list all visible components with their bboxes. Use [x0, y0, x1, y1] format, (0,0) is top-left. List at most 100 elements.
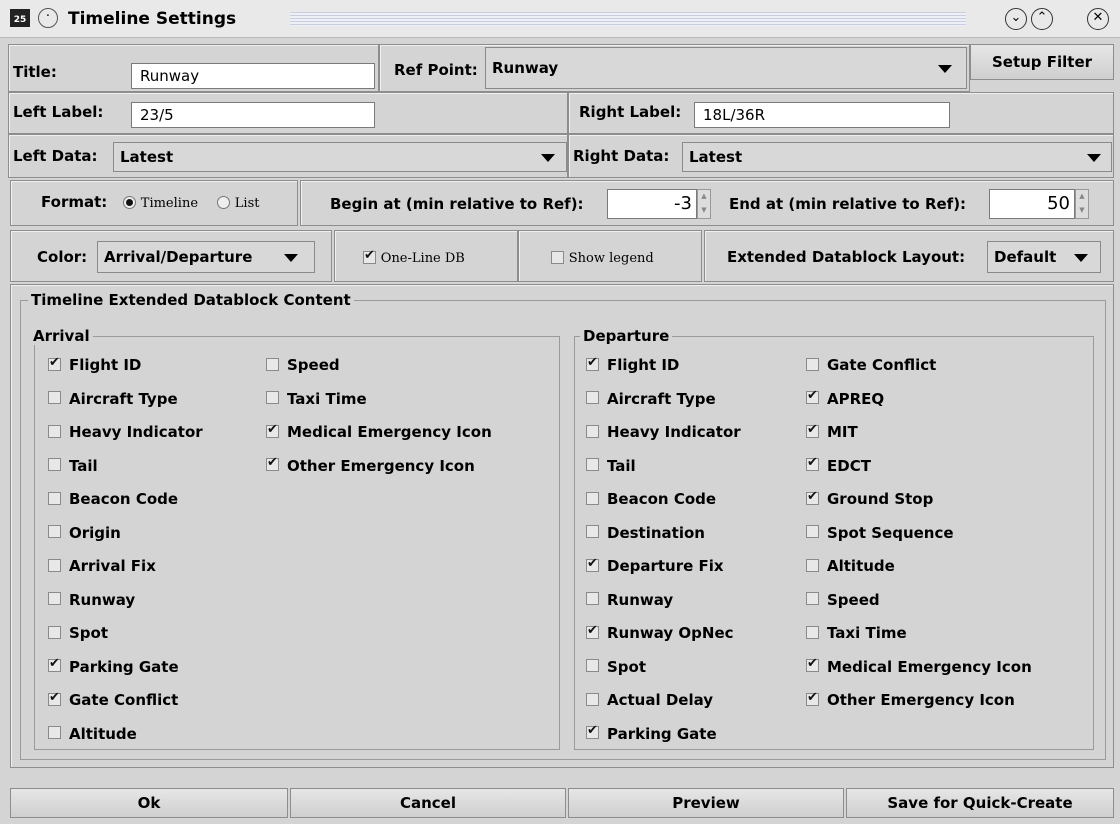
end-spinner[interactable]: 50: [989, 189, 1075, 219]
preview-button[interactable]: Preview: [568, 788, 844, 818]
checkbox-label: Actual Delay: [607, 691, 714, 709]
departure-checkbox[interactable]: Gate Conflict: [806, 356, 936, 374]
checkbox-label: Taxi Time: [827, 624, 907, 642]
begin-label: Begin at (min relative to Ref):: [330, 195, 584, 213]
begin-spinner-arrows[interactable]: ▲ ▼: [697, 189, 711, 219]
checkbox-unchecked-icon: [48, 558, 61, 572]
departure-checkbox[interactable]: Departure Fix: [586, 556, 724, 575]
checkbox-label: Heavy Indicator: [69, 423, 203, 441]
checkbox-label: APREQ: [827, 389, 885, 408]
departure-checkbox[interactable]: Other Emergency Icon: [806, 690, 1015, 709]
arrival-checkbox[interactable]: Altitude: [48, 725, 137, 743]
maximize-chevron-icon[interactable]: ⌃: [1031, 8, 1053, 30]
right-label-field[interactable]: 18L/36R: [694, 102, 950, 128]
departure-checkbox[interactable]: Aircraft Type: [586, 390, 716, 408]
arrival-checkbox[interactable]: Tail: [48, 457, 98, 475]
departure-checkbox[interactable]: Runway OpNec: [586, 623, 734, 642]
arrival-checkbox[interactable]: Gate Conflict: [48, 690, 178, 709]
arrival-checkbox[interactable]: Parking Gate: [48, 656, 179, 676]
format-list-radio[interactable]: List: [217, 193, 259, 211]
departure-checkbox[interactable]: Beacon Code: [586, 490, 716, 508]
departure-checkbox[interactable]: Spot Sequence: [806, 524, 954, 542]
checkbox-checked-icon: [48, 656, 61, 672]
window-menu-icon[interactable]: ·: [38, 8, 58, 28]
content-title: Timeline Extended Datablock Content: [28, 291, 354, 309]
arrival-checkbox[interactable]: Other Emergency Icon: [266, 455, 475, 475]
departure-checkbox[interactable]: EDCT: [806, 455, 871, 475]
checkbox-unchecked-icon: [551, 251, 564, 264]
arrival-checkbox[interactable]: Taxi Time: [266, 390, 367, 408]
right-data-select[interactable]: Latest: [682, 142, 1112, 172]
departure-checkbox[interactable]: Ground Stop: [806, 489, 933, 508]
arrival-checkbox[interactable]: Heavy Indicator: [48, 423, 203, 441]
chevron-down-icon: [284, 254, 298, 262]
checkbox-label: Speed: [827, 590, 880, 609]
left-label-field[interactable]: 23/5: [131, 102, 375, 128]
departure-checkbox[interactable]: Tail: [586, 457, 636, 475]
departure-checkbox[interactable]: Parking Gate: [586, 723, 717, 743]
chevron-down-icon: [1087, 154, 1101, 162]
arrival-checkbox[interactable]: Origin: [48, 524, 121, 542]
checkbox-checked-icon: [806, 455, 819, 471]
close-icon[interactable]: ✕: [1087, 8, 1109, 30]
departure-checkbox[interactable]: MIT: [806, 422, 858, 441]
checkbox-label: Runway OpNec: [607, 624, 734, 642]
checkbox-unchecked-icon: [586, 592, 599, 605]
app-icon: 25: [10, 9, 30, 27]
ok-button[interactable]: Ok: [10, 788, 288, 818]
checkbox-checked-icon: [806, 489, 819, 505]
departure-checkbox[interactable]: Altitude: [806, 557, 895, 575]
arrival-checkbox[interactable]: Arrival Fix: [48, 557, 156, 575]
format-timeline-radio[interactable]: Timeline: [123, 193, 198, 211]
checkbox-unchecked-icon: [586, 458, 599, 471]
cancel-button[interactable]: Cancel: [290, 788, 566, 818]
checkbox-label: Tail: [607, 456, 636, 475]
departure-checkbox[interactable]: Speed: [806, 591, 880, 609]
left-data-select[interactable]: Latest: [113, 142, 567, 172]
checkbox-unchecked-icon: [48, 726, 61, 739]
arrival-checkbox[interactable]: Aircraft Type: [48, 390, 178, 408]
color-select[interactable]: Arrival/Departure: [97, 241, 315, 273]
checkbox-unchecked-icon: [48, 458, 61, 471]
title-field[interactable]: Runway: [131, 63, 375, 89]
checkbox-label: Spot Sequence: [827, 523, 954, 542]
departure-checkbox[interactable]: Flight ID: [586, 355, 679, 374]
save-quick-create-button[interactable]: Save for Quick-Create: [846, 788, 1114, 818]
checkbox-label: Runway: [607, 590, 674, 609]
arrival-checkbox[interactable]: Beacon Code: [48, 490, 178, 508]
setup-filter-button[interactable]: Setup Filter: [970, 44, 1114, 80]
title-panel: Title: Runway: [8, 44, 379, 92]
show-legend-checkbox[interactable]: Show legend: [551, 248, 654, 266]
begin-spinner[interactable]: -3: [607, 189, 697, 219]
departure-checkbox[interactable]: Heavy Indicator: [586, 423, 741, 441]
checkbox-label: Departure Fix: [607, 557, 724, 575]
end-spinner-arrows[interactable]: ▲ ▼: [1075, 189, 1089, 219]
departure-checkbox[interactable]: Destination: [586, 524, 705, 542]
arrival-checkbox[interactable]: Runway: [48, 591, 135, 609]
checkbox-unchecked-icon: [48, 491, 61, 505]
departure-checkbox[interactable]: Medical Emergency Icon: [806, 656, 1032, 676]
departure-title: Departure: [580, 327, 673, 345]
checkbox-unchecked-icon: [266, 357, 279, 371]
one-line-db-checkbox[interactable]: One-Line DB: [363, 248, 465, 266]
ref-point-select[interactable]: Runway: [485, 47, 967, 89]
arrival-checkbox[interactable]: Flight ID: [48, 355, 141, 374]
departure-checkbox[interactable]: Runway: [586, 591, 673, 609]
departure-checkbox[interactable]: Taxi Time: [806, 624, 907, 642]
checkbox-label: Medical Emergency Icon: [827, 657, 1032, 676]
color-panel: Color: Arrival/Departure: [10, 230, 332, 282]
departure-checkbox[interactable]: Spot: [586, 658, 646, 676]
checkbox-unchecked-icon: [586, 424, 599, 438]
ext-layout-select[interactable]: Default: [987, 241, 1101, 273]
arrival-checkbox[interactable]: Medical Emergency Icon: [266, 422, 492, 441]
departure-checkbox[interactable]: APREQ: [806, 388, 885, 408]
departure-checkbox[interactable]: Actual Delay: [586, 691, 713, 709]
checkbox-checked-icon: [806, 388, 819, 404]
right-data-value: Latest: [689, 148, 743, 166]
checkbox-checked-icon: [48, 690, 61, 706]
checkbox-unchecked-icon: [586, 659, 599, 672]
arrival-checkbox[interactable]: Speed: [266, 356, 340, 374]
minimize-chevron-icon[interactable]: ⌄: [1005, 8, 1027, 30]
arrival-checkbox[interactable]: Spot: [48, 624, 108, 642]
radio-unselected-icon: [217, 196, 230, 209]
